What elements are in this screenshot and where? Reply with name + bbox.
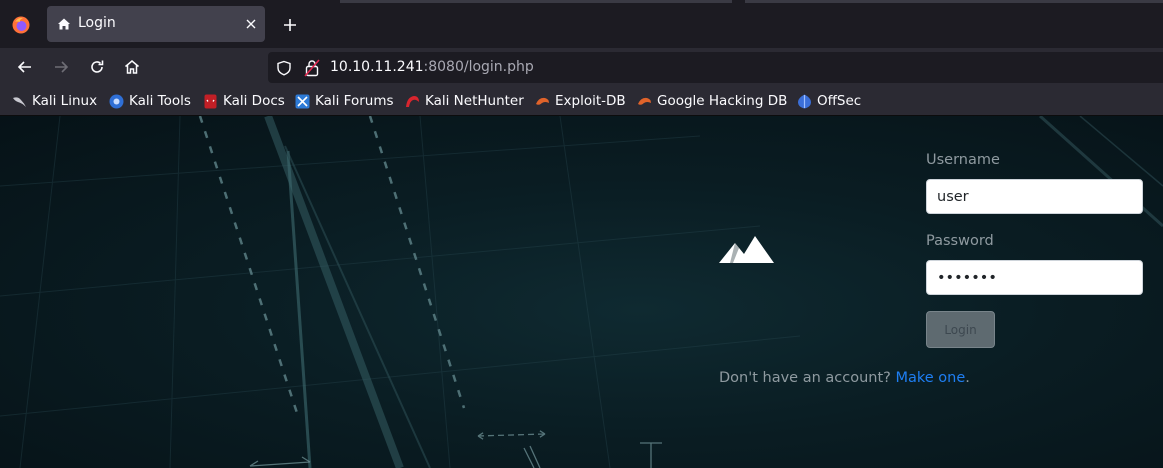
- bookmark-kali-docs[interactable]: Kali Docs: [203, 92, 285, 110]
- kali-dragon-icon: [13, 96, 26, 107]
- url-text[interactable]: 10.10.11.241:8080/login.php: [330, 59, 534, 75]
- bookmark-label: Kali Docs: [223, 93, 285, 109]
- bookmark-label: Exploit-DB: [555, 93, 626, 109]
- back-icon[interactable]: [16, 58, 34, 76]
- tab-strip-decoration: [340, 0, 732, 3]
- navigation-bar: 10.10.11.241:8080/login.php: [0, 48, 1163, 86]
- home-icon[interactable]: [123, 58, 141, 76]
- new-tab-icon[interactable]: [281, 16, 299, 34]
- bookmark-label: Google Hacking DB: [657, 93, 788, 109]
- bookmark-kali-linux[interactable]: Kali Linux: [12, 92, 97, 110]
- bookmark-label: Kali Linux: [32, 93, 98, 109]
- bookmark-label: Kali Forums: [315, 93, 394, 109]
- bookmark-label: Kali NetHunter: [425, 93, 524, 109]
- bookmark-label: Kali Tools: [129, 93, 191, 109]
- bookmark-label: OffSec: [817, 93, 862, 109]
- kali-tools-icon: [109, 94, 124, 108]
- bookmark-exploit-db[interactable]: Exploit-DB: [535, 92, 626, 110]
- bookmark-kali-tools[interactable]: Kali Tools: [109, 92, 191, 110]
- close-icon[interactable]: [243, 16, 259, 32]
- url-bar[interactable]: 10.10.11.241:8080/login.php: [268, 52, 1163, 83]
- home-icon: [58, 18, 70, 30]
- tab-title: Login: [78, 15, 116, 31]
- tab-login[interactable]: Login: [47, 6, 265, 42]
- password-label: Password: [926, 233, 994, 249]
- bookmark-google-hacking-db[interactable]: Google Hacking DB: [637, 92, 787, 110]
- username-label: Username: [926, 152, 1000, 168]
- tab-strip: Login: [0, 0, 1163, 48]
- password-input[interactable]: [926, 260, 1143, 295]
- kali-docs-icon: [204, 94, 217, 108]
- tracking-protection-shield-icon[interactable]: [276, 60, 292, 76]
- bookmark-kali-nethunter[interactable]: Kali NetHunter: [405, 92, 524, 110]
- bookmark-kali-forums[interactable]: Kali Forums: [295, 92, 394, 110]
- reload-icon[interactable]: [88, 58, 106, 76]
- url-path: :8080/login.php: [423, 59, 534, 75]
- insecure-lock-icon[interactable]: [304, 59, 320, 77]
- make-account-link[interactable]: Make one: [895, 370, 965, 386]
- url-host: 10.10.11.241: [330, 59, 424, 75]
- kali-forums-icon: [295, 94, 310, 108]
- login-button[interactable]: Login: [926, 311, 995, 348]
- exploit-db-icon: [536, 97, 549, 105]
- bookmarks-toolbar: Kali Linux Kali Tools Kali Docs Kali For…: [0, 86, 1163, 116]
- ghdb-icon: [638, 97, 651, 105]
- tab-strip-decoration: [745, 0, 1163, 3]
- forward-icon[interactable]: [52, 58, 70, 76]
- signup-text: Don't have an account?: [719, 370, 891, 386]
- login-page: Username Password Login Don't have an ac…: [0, 116, 1163, 468]
- bookmark-offsec[interactable]: OffSec: [797, 92, 861, 110]
- offsec-icon: [798, 94, 811, 108]
- mountain-logo-icon: [719, 236, 774, 263]
- kali-nethunter-icon: [406, 95, 419, 107]
- firefox-icon[interactable]: [12, 16, 30, 34]
- signup-suffix: .: [965, 370, 970, 386]
- signup-prompt: Don't have an account? Make one.: [719, 370, 970, 386]
- username-input[interactable]: [926, 179, 1143, 214]
